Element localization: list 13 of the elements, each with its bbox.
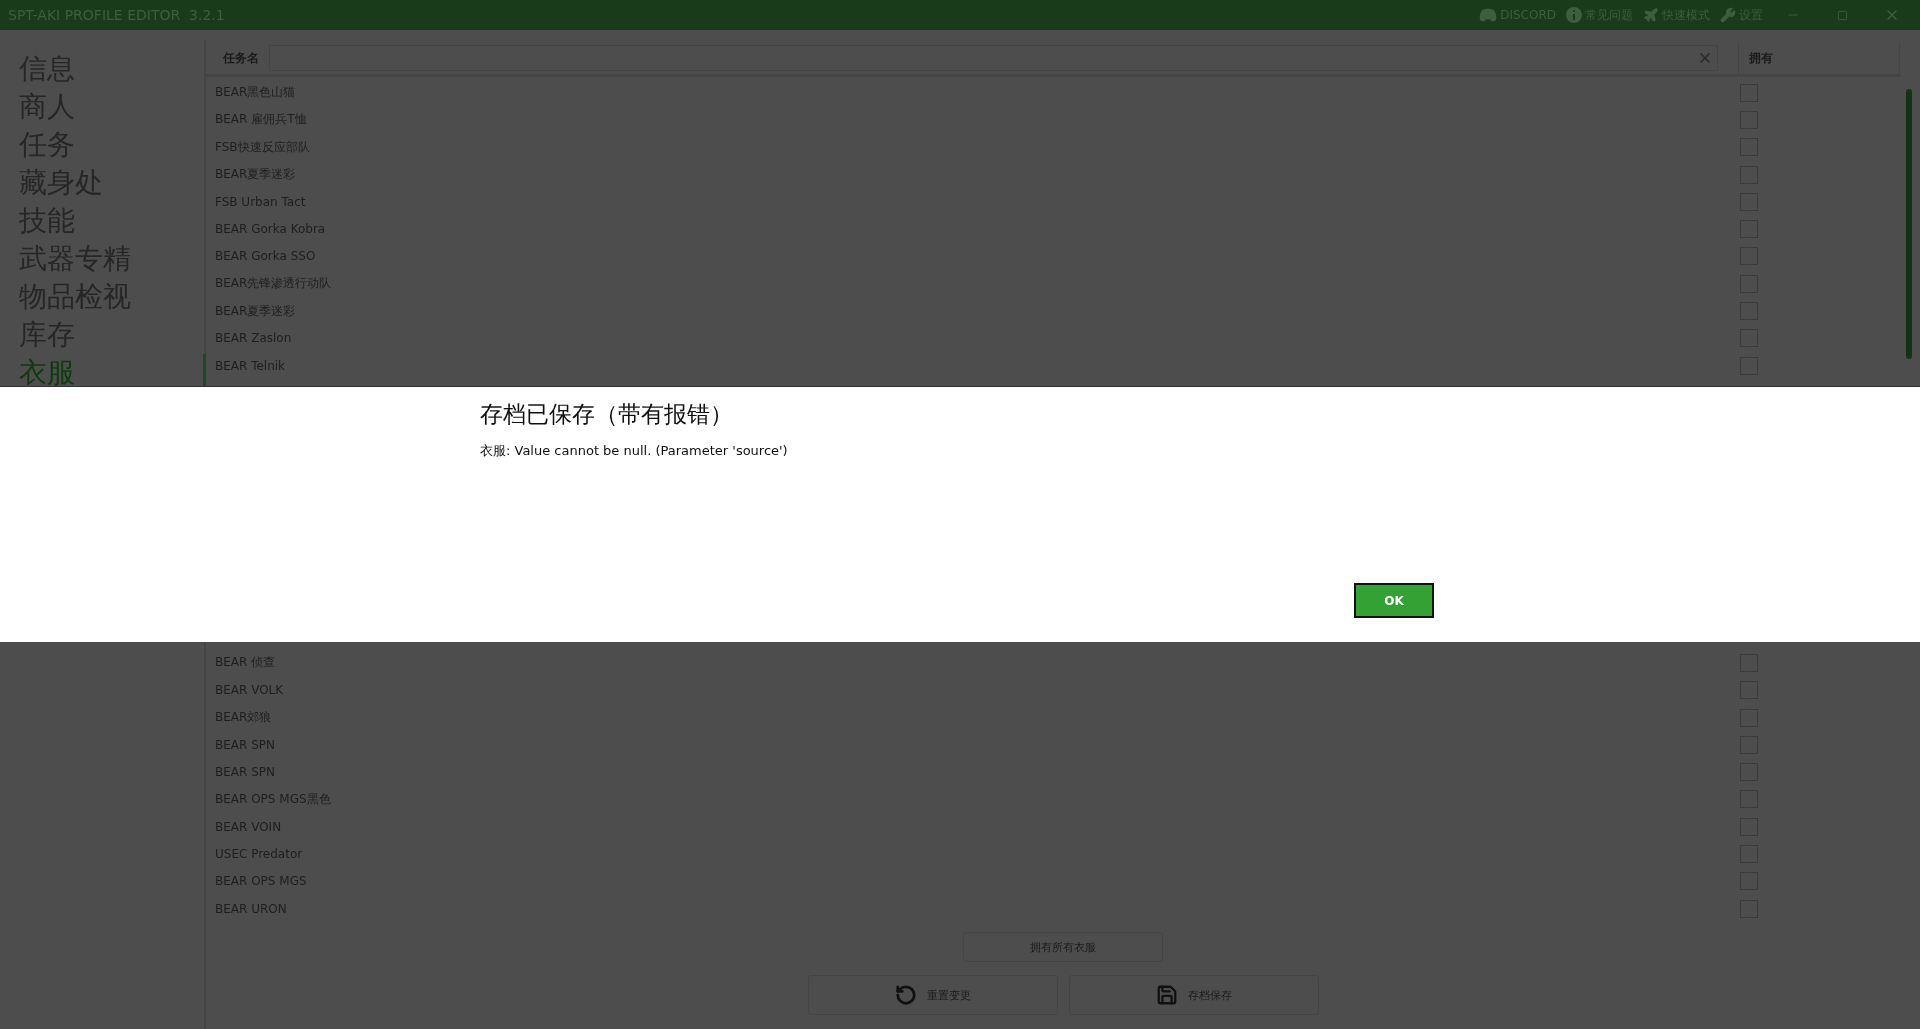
- maximize-icon[interactable]: [1837, 9, 1848, 21]
- save-icon: [1155, 984, 1178, 1007]
- scrollbar[interactable]: [1906, 89, 1912, 359]
- clear-icon[interactable]: [1697, 50, 1713, 66]
- wrench-icon: [1720, 7, 1736, 23]
- dialog-message: 衣服: Value cannot be null. (Parameter 'source'): [480, 442, 789, 460]
- plane-icon: [1643, 7, 1659, 23]
- filter-field[interactable]: [269, 45, 1718, 71]
- discord-icon: [1479, 8, 1498, 22]
- dialog-title: 存档已保存（带有报错）: [480, 400, 734, 429]
- ok-button[interactable]: OK: [1354, 583, 1434, 618]
- undo-icon: [894, 984, 917, 1007]
- info-icon: [1566, 7, 1582, 23]
